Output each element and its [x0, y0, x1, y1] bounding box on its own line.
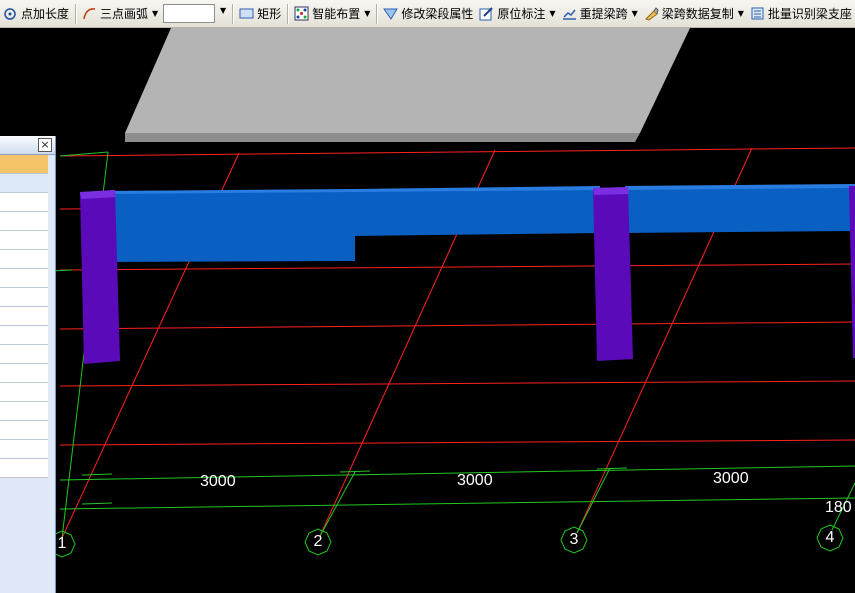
axis-tick — [596, 467, 628, 470]
axis-line — [576, 467, 611, 534]
reextract-span-icon — [562, 6, 577, 21]
column-3[interactable] — [593, 187, 633, 361]
list-item[interactable] — [0, 269, 48, 288]
list-item[interactable] — [0, 193, 48, 212]
list-item[interactable] — [0, 440, 48, 459]
list-item[interactable] — [0, 231, 48, 250]
column-4[interactable] — [849, 186, 855, 358]
chevron-down-icon[interactable]: ▼ — [364, 9, 370, 18]
dimension-label: 3000 — [457, 472, 493, 489]
inplace-annotation-button[interactable]: 原位标注 ▼ — [476, 3, 558, 25]
reextract-span-button[interactable]: 重提梁跨 ▼ — [559, 3, 641, 25]
slab — [125, 28, 690, 142]
three-point-arc-icon — [82, 6, 97, 21]
inplace-annotation-label: 原位标注 — [497, 7, 546, 21]
point-length-label: 点加长度 — [21, 7, 70, 21]
smart-layout-icon — [294, 6, 309, 21]
grid-line — [59, 380, 855, 387]
inplace-annotation-icon — [479, 6, 494, 21]
list-item[interactable] — [0, 364, 48, 383]
list-item[interactable] — [0, 459, 48, 478]
shape-combo[interactable]: ▼ — [163, 4, 226, 23]
copy-span-data-icon — [644, 6, 659, 21]
rectangle-icon — [239, 6, 254, 21]
grid-line — [59, 439, 855, 446]
toolbar-separator — [75, 3, 77, 24]
list-item[interactable] — [0, 402, 48, 421]
point-length-icon — [3, 6, 18, 21]
list-item[interactable] — [0, 307, 48, 326]
property-panel[interactable]: × — [0, 136, 56, 593]
smart-layout-label: 智能布置 — [312, 7, 361, 21]
axis-label: 2 — [313, 533, 323, 550]
batch-identify-label: 批量识别梁支座 — [767, 7, 852, 21]
axis-bubbles — [48, 524, 844, 558]
modify-beam-label: 修改梁段属性 — [401, 7, 474, 21]
batch-identify-icon — [750, 6, 765, 21]
rectangle-button[interactable]: 矩形 — [236, 3, 284, 25]
three-point-arc-label: 三点画弧 — [100, 7, 149, 21]
list-item[interactable] — [0, 383, 48, 402]
dimension-label: 3000 — [713, 470, 749, 487]
toolbar-separator — [287, 3, 289, 24]
beam-middle[interactable] — [355, 186, 600, 236]
list-item[interactable] — [0, 155, 48, 174]
axis-line — [319, 471, 356, 537]
reextract-span-label: 重提梁跨 — [579, 7, 628, 21]
close-icon[interactable]: × — [38, 138, 52, 152]
modify-beam-icon — [383, 6, 399, 21]
list-item[interactable] — [0, 212, 48, 231]
grid-line — [59, 321, 855, 330]
point-length-button[interactable]: 点加长度 — [0, 3, 72, 25]
copy-span-data-label: 梁跨数据复制 — [661, 7, 734, 21]
chevron-down-icon[interactable]: ▼ — [152, 9, 158, 18]
dimension-label: 3000 — [200, 473, 236, 490]
list-item[interactable] — [0, 174, 48, 193]
axis-label: 3 — [569, 531, 579, 548]
grid-line — [59, 147, 855, 157]
panel-header: × — [0, 136, 55, 155]
axis-tick — [339, 470, 371, 473]
list-item[interactable] — [0, 421, 48, 440]
chevron-down-icon[interactable]: ▼ — [632, 9, 638, 18]
axis-tick — [81, 502, 113, 505]
dimension-label: 180 — [825, 499, 852, 516]
beam-left[interactable] — [105, 189, 355, 262]
list-item[interactable] — [0, 250, 48, 269]
list-item[interactable] — [0, 345, 48, 364]
chevron-down-icon[interactable]: ▼ — [220, 6, 226, 15]
toolbar-separator — [232, 3, 234, 24]
list-item[interactable] — [0, 288, 48, 307]
chevron-down-icon[interactable]: ▼ — [549, 9, 555, 18]
chevron-down-icon[interactable]: ▼ — [738, 9, 744, 18]
batch-identify-button[interactable]: 批量识别梁支座 — [747, 3, 855, 25]
drawing-viewport[interactable] — [0, 28, 855, 593]
copy-span-data-button[interactable]: 梁跨数据复制 ▼ — [641, 3, 747, 25]
rectangle-label: 矩形 — [257, 7, 282, 21]
toolbar: 点加长度 三点画弧 ▼ ▼ 矩形 智能布置 ▼ 修改梁段属性 原位标注 ▼ 重提… — [0, 0, 855, 28]
axis-label: 4 — [825, 529, 835, 546]
three-point-arc-button[interactable]: 三点画弧 ▼ — [79, 3, 161, 25]
axis-tick — [81, 473, 113, 476]
smart-layout-button[interactable]: 智能布置 ▼ — [291, 3, 373, 25]
toolbar-separator — [376, 3, 378, 24]
grid-line — [59, 263, 855, 271]
list-item[interactable] — [0, 326, 48, 345]
modify-beam-button[interactable]: 修改梁段属性 — [380, 3, 476, 25]
column-1[interactable] — [80, 190, 120, 364]
beam-right[interactable] — [625, 184, 855, 233]
axis-line — [59, 497, 855, 510]
